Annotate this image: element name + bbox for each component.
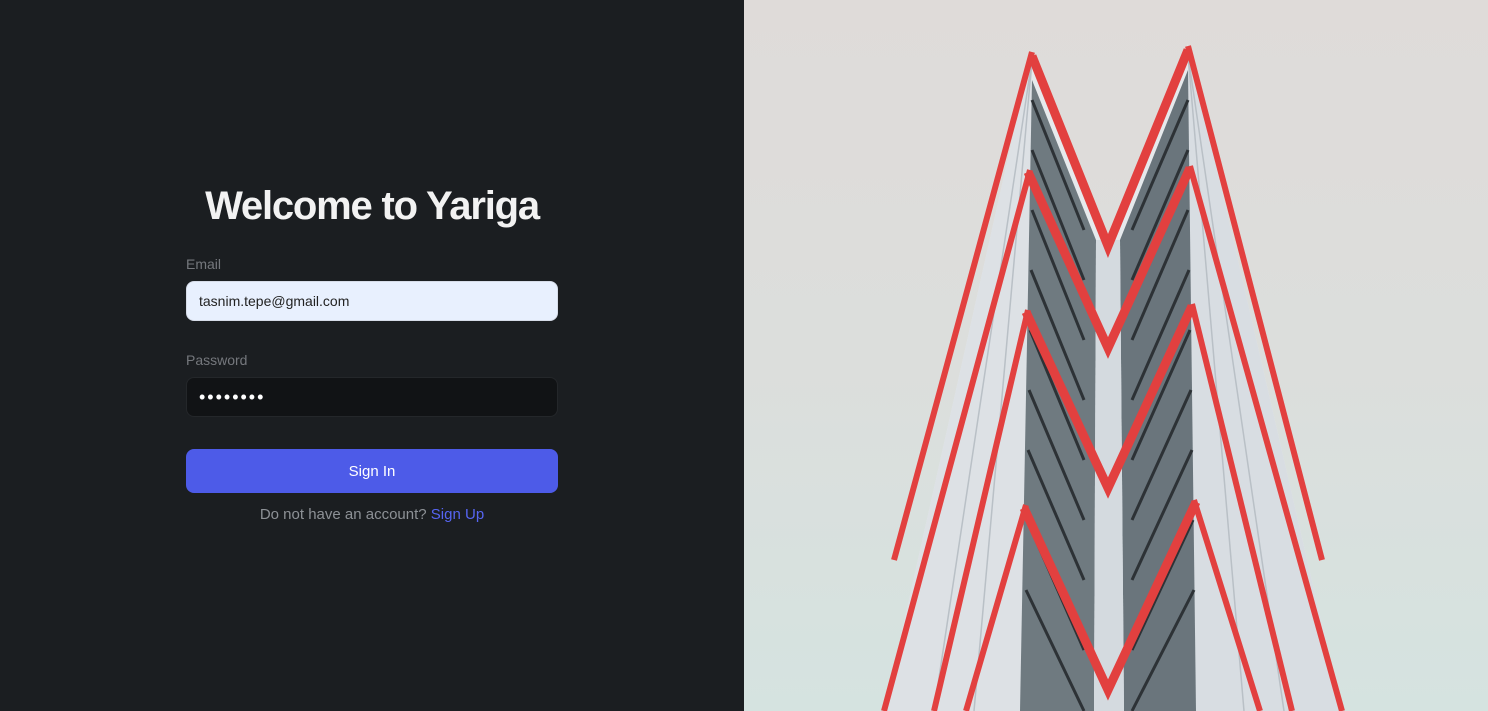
email-field[interactable] — [186, 281, 558, 321]
no-account-text: Do not have an account? — [259, 506, 427, 523]
signup-prompt: Do not have an account? Sign Up — [0, 506, 744, 523]
sign-up-link[interactable]: Sign Up — [431, 506, 484, 523]
login-page: Welcome to Yariga Email Password Sign In… — [0, 0, 1488, 711]
building-photo-icon — [881, 44, 1345, 711]
email-label: Email — [186, 256, 222, 272]
login-panel: Welcome to Yariga Email Password Sign In… — [0, 0, 744, 711]
page-title: Welcome to Yariga — [205, 184, 540, 228]
password-field[interactable] — [186, 377, 558, 417]
sign-in-button[interactable]: Sign In — [186, 449, 558, 493]
hero-image — [744, 0, 1488, 711]
password-label: Password — [186, 352, 248, 368]
